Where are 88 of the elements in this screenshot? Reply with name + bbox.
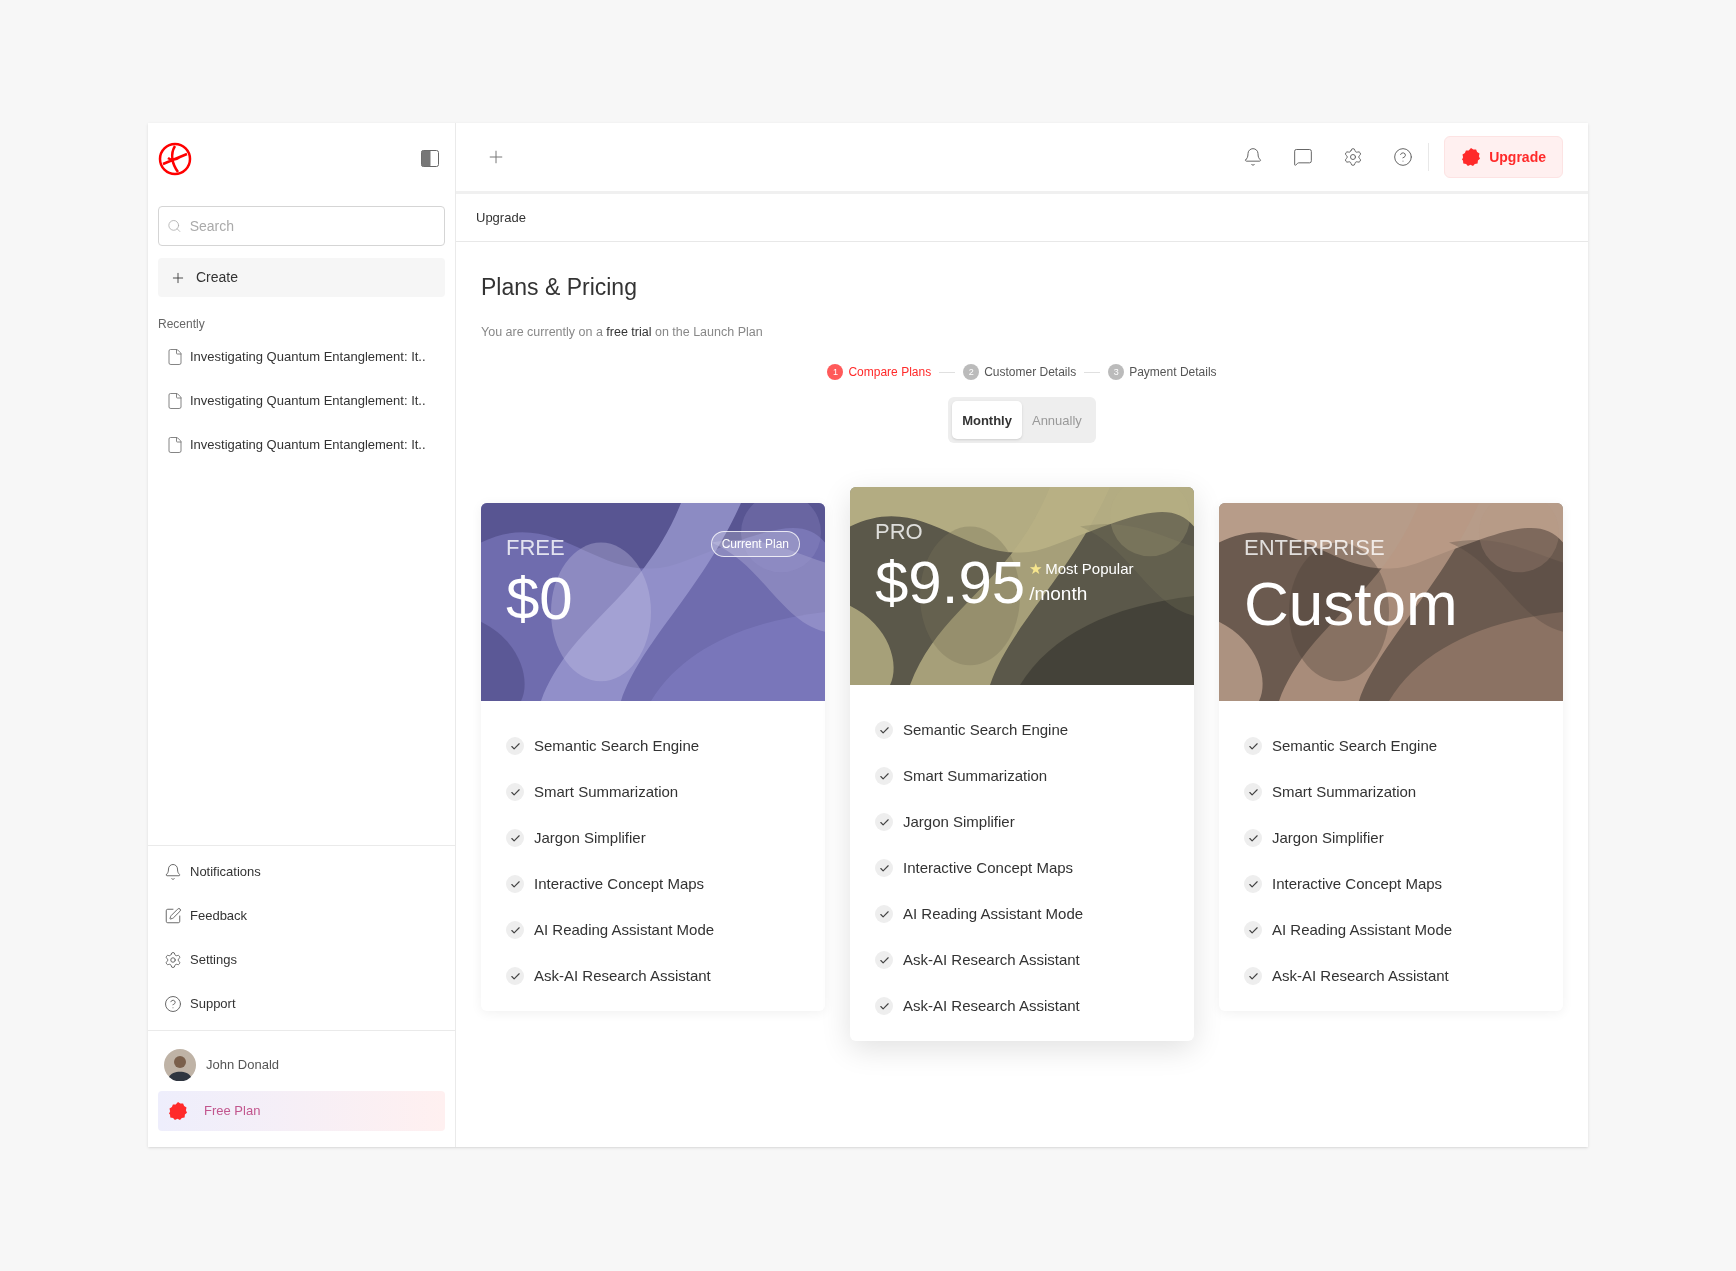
check-icon — [875, 813, 893, 832]
check-icon — [875, 997, 893, 1016]
recent-document[interactable]: Investigating Quantum Entanglement: It.. — [158, 433, 445, 457]
check-icon — [506, 875, 524, 894]
bell-icon — [164, 863, 182, 881]
check-icon — [875, 721, 893, 740]
check-icon — [506, 829, 524, 848]
step-label[interactable]: Customer Details — [984, 363, 1077, 382]
help-icon — [164, 995, 182, 1013]
check-icon — [1244, 921, 1262, 940]
feature-text: Smart Summarization — [1272, 782, 1417, 802]
plan-price: Custom — [1244, 568, 1458, 641]
breadcrumb[interactable]: Upgrade — [476, 207, 526, 228]
feature-text: Smart Summarization — [534, 782, 679, 802]
plan-name: PRO — [875, 518, 923, 547]
step-number: 2 — [963, 364, 980, 381]
feature-text: Ask-AI Research Assistant — [903, 950, 1080, 970]
check-icon — [1244, 737, 1262, 756]
feature-text: Ask-AI Research Assistant — [534, 966, 711, 986]
sidebar-nav-item[interactable]: Notifications — [164, 860, 439, 884]
feature-text: AI Reading Assistant Mode — [1272, 920, 1453, 940]
document-icon — [166, 436, 184, 454]
page-title: Plans & Pricing — [481, 273, 638, 302]
user-name: John Donald — [206, 1056, 279, 1075]
feature-text: Semantic Search Engine — [534, 736, 700, 756]
popular-tag: Most Popular — [1045, 557, 1134, 581]
avatar-icon — [164, 1049, 196, 1081]
check-icon — [875, 767, 893, 786]
upgrade-icon — [1461, 147, 1482, 167]
step-label[interactable]: Compare Plans — [848, 363, 932, 382]
bell-icon[interactable] — [1243, 147, 1264, 167]
feature-text: Jargon Simplifier — [1272, 828, 1384, 848]
page-subtitle: You are currently on a free trial on the Launch Plan — [481, 323, 764, 341]
feature-text: Jargon Simplifier — [903, 812, 1015, 832]
recent-document[interactable]: Investigating Quantum Entanglement: It.. — [158, 345, 445, 369]
star-icon: ★ — [1029, 557, 1043, 581]
plan-name: ENTERPRISE — [1244, 534, 1385, 563]
feature-text: Semantic Search Engine — [1272, 736, 1438, 756]
plan-icon — [168, 1101, 188, 1121]
step-label[interactable]: Payment Details — [1129, 363, 1217, 382]
feature-text: Interactive Concept Maps — [903, 858, 1074, 878]
check-icon — [1244, 967, 1262, 986]
check-icon — [506, 783, 524, 802]
sidebar-nav-item[interactable]: Support — [164, 992, 439, 1016]
billing-option[interactable]: Monthly — [952, 401, 1022, 440]
chat-icon[interactable] — [1293, 147, 1314, 167]
price-period: /month — [1029, 582, 1089, 607]
check-icon — [1244, 829, 1262, 848]
create-button[interactable]: Create — [158, 258, 445, 297]
settings-icon[interactable] — [1343, 147, 1364, 167]
check-icon — [506, 737, 524, 756]
plan-name: FREE — [506, 534, 565, 563]
check-icon — [875, 951, 893, 970]
plan-price: $9.95 — [875, 548, 1026, 619]
feature-text: Interactive Concept Maps — [534, 874, 705, 894]
sidebar-nav-item[interactable]: Settings — [164, 948, 439, 972]
feature-text: Ask-AI Research Assistant — [1272, 966, 1449, 986]
feature-text: Semantic Search Engine — [903, 720, 1069, 740]
check-icon — [875, 905, 893, 924]
sidebar-nav-item[interactable]: Feedback — [164, 904, 439, 928]
step-number: 1 — [827, 364, 844, 381]
search-input[interactable]: Search — [189, 215, 436, 237]
plan-price: $0 — [506, 564, 573, 635]
document-icon — [166, 392, 184, 410]
logo-icon — [158, 141, 192, 176]
search-field[interactable]: Search — [158, 206, 445, 246]
feedback-icon — [164, 907, 182, 925]
feature-text: AI Reading Assistant Mode — [903, 904, 1084, 924]
check-icon — [506, 967, 524, 986]
feature-text: Smart Summarization — [903, 766, 1048, 786]
help-icon[interactable] — [1393, 147, 1414, 167]
feature-text: AI Reading Assistant Mode — [534, 920, 715, 940]
check-icon — [875, 859, 893, 878]
current-plan-badge: Current Plan — [710, 531, 800, 558]
plan-badge[interactable]: Free Plan — [158, 1091, 445, 1131]
search-icon — [167, 218, 182, 234]
section-heading: Recently — [158, 316, 206, 333]
check-icon — [1244, 783, 1262, 802]
check-icon — [506, 921, 524, 940]
recent-document[interactable]: Investigating Quantum Entanglement: It.. — [158, 389, 445, 413]
feature-text: Jargon Simplifier — [534, 828, 646, 848]
settings-icon — [164, 951, 182, 969]
sidebar-toggle-icon[interactable] — [421, 150, 439, 167]
feature-text: Ask-AI Research Assistant — [903, 996, 1080, 1016]
step-number: 3 — [1108, 364, 1125, 381]
feature-text: Interactive Concept Maps — [1272, 874, 1443, 894]
check-icon — [1244, 875, 1262, 894]
document-icon — [166, 348, 184, 366]
